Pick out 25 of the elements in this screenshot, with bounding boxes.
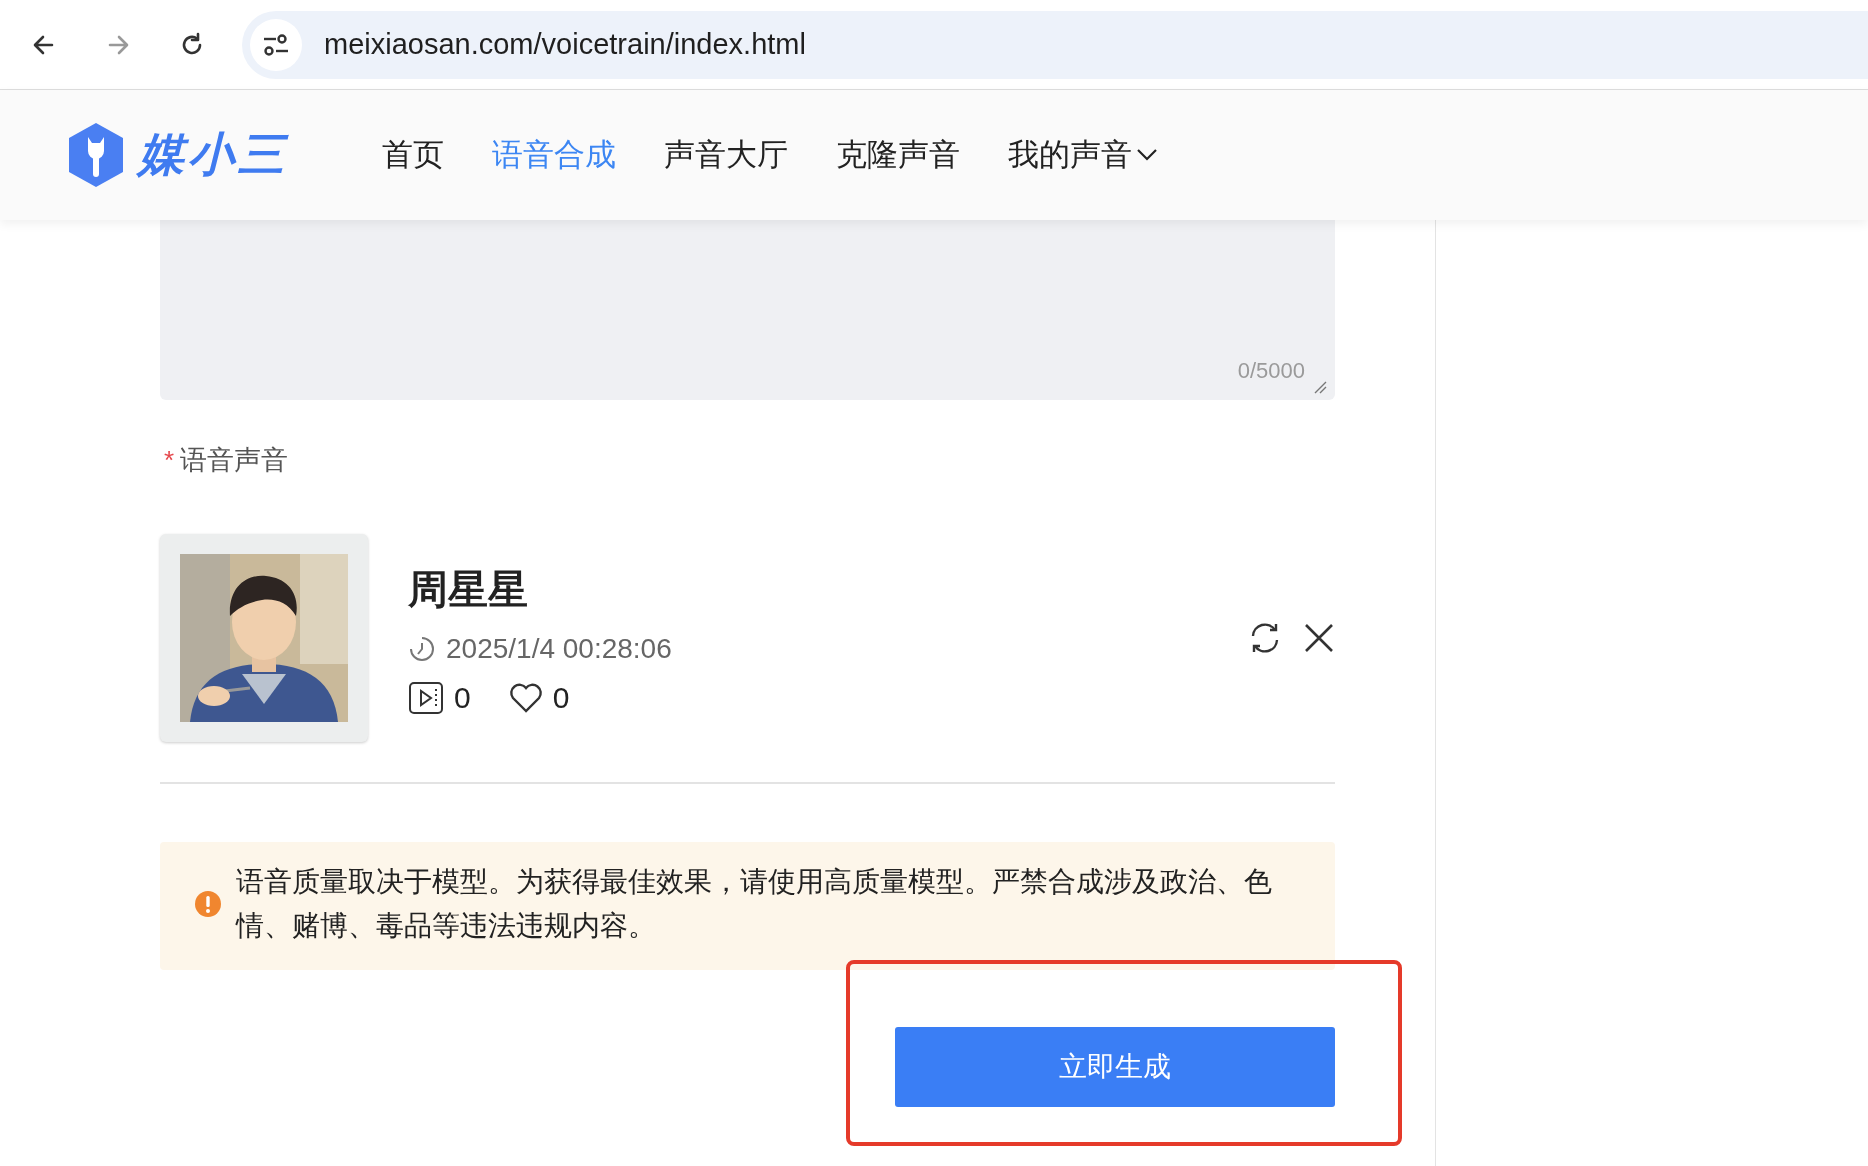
nav-link[interactable]: 克隆声音: [836, 134, 960, 176]
nav-link[interactable]: 声音大厅: [664, 134, 788, 176]
logo-text: 媒小三: [138, 127, 288, 182]
logo-icon: [66, 121, 126, 189]
video-play-icon: [408, 680, 444, 715]
like-count: 0: [552, 680, 570, 715]
notice-text: 语音质量取决于模型。为获得最佳效果，请使用高质量模型。严禁合成涉及政治、色情、赌博、毒品等违法违规内容。: [236, 865, 1273, 943]
clock-icon: [408, 634, 436, 663]
address-bar[interactable]: meixiaosan.com/voicetrain/index.html: [242, 10, 1868, 79]
required-mark: *: [164, 444, 175, 476]
created-date: 2025/1/4 00:28:06: [446, 632, 672, 665]
generate-button[interactable]: 立即生成: [895, 1027, 1335, 1107]
site-settings-icon[interactable]: [262, 31, 290, 58]
voice-name: 周星星: [408, 565, 529, 613]
character-counter: 0/5000: [1237, 358, 1305, 384]
field-label: 语音声音: [180, 444, 289, 477]
chevron-down-icon: [1136, 148, 1158, 162]
url-text: meixiaosan.com/voicetrain/index.html: [324, 28, 806, 61]
nav-link[interactable]: 我的声音: [1008, 134, 1158, 176]
heart-icon[interactable]: [508, 682, 543, 713]
play-count: 0: [454, 680, 471, 715]
close-button[interactable]: [1303, 622, 1335, 654]
warning-icon: [194, 890, 222, 918]
resize-grip-icon[interactable]: [1313, 380, 1327, 394]
nav-link[interactable]: 首页: [382, 134, 444, 176]
